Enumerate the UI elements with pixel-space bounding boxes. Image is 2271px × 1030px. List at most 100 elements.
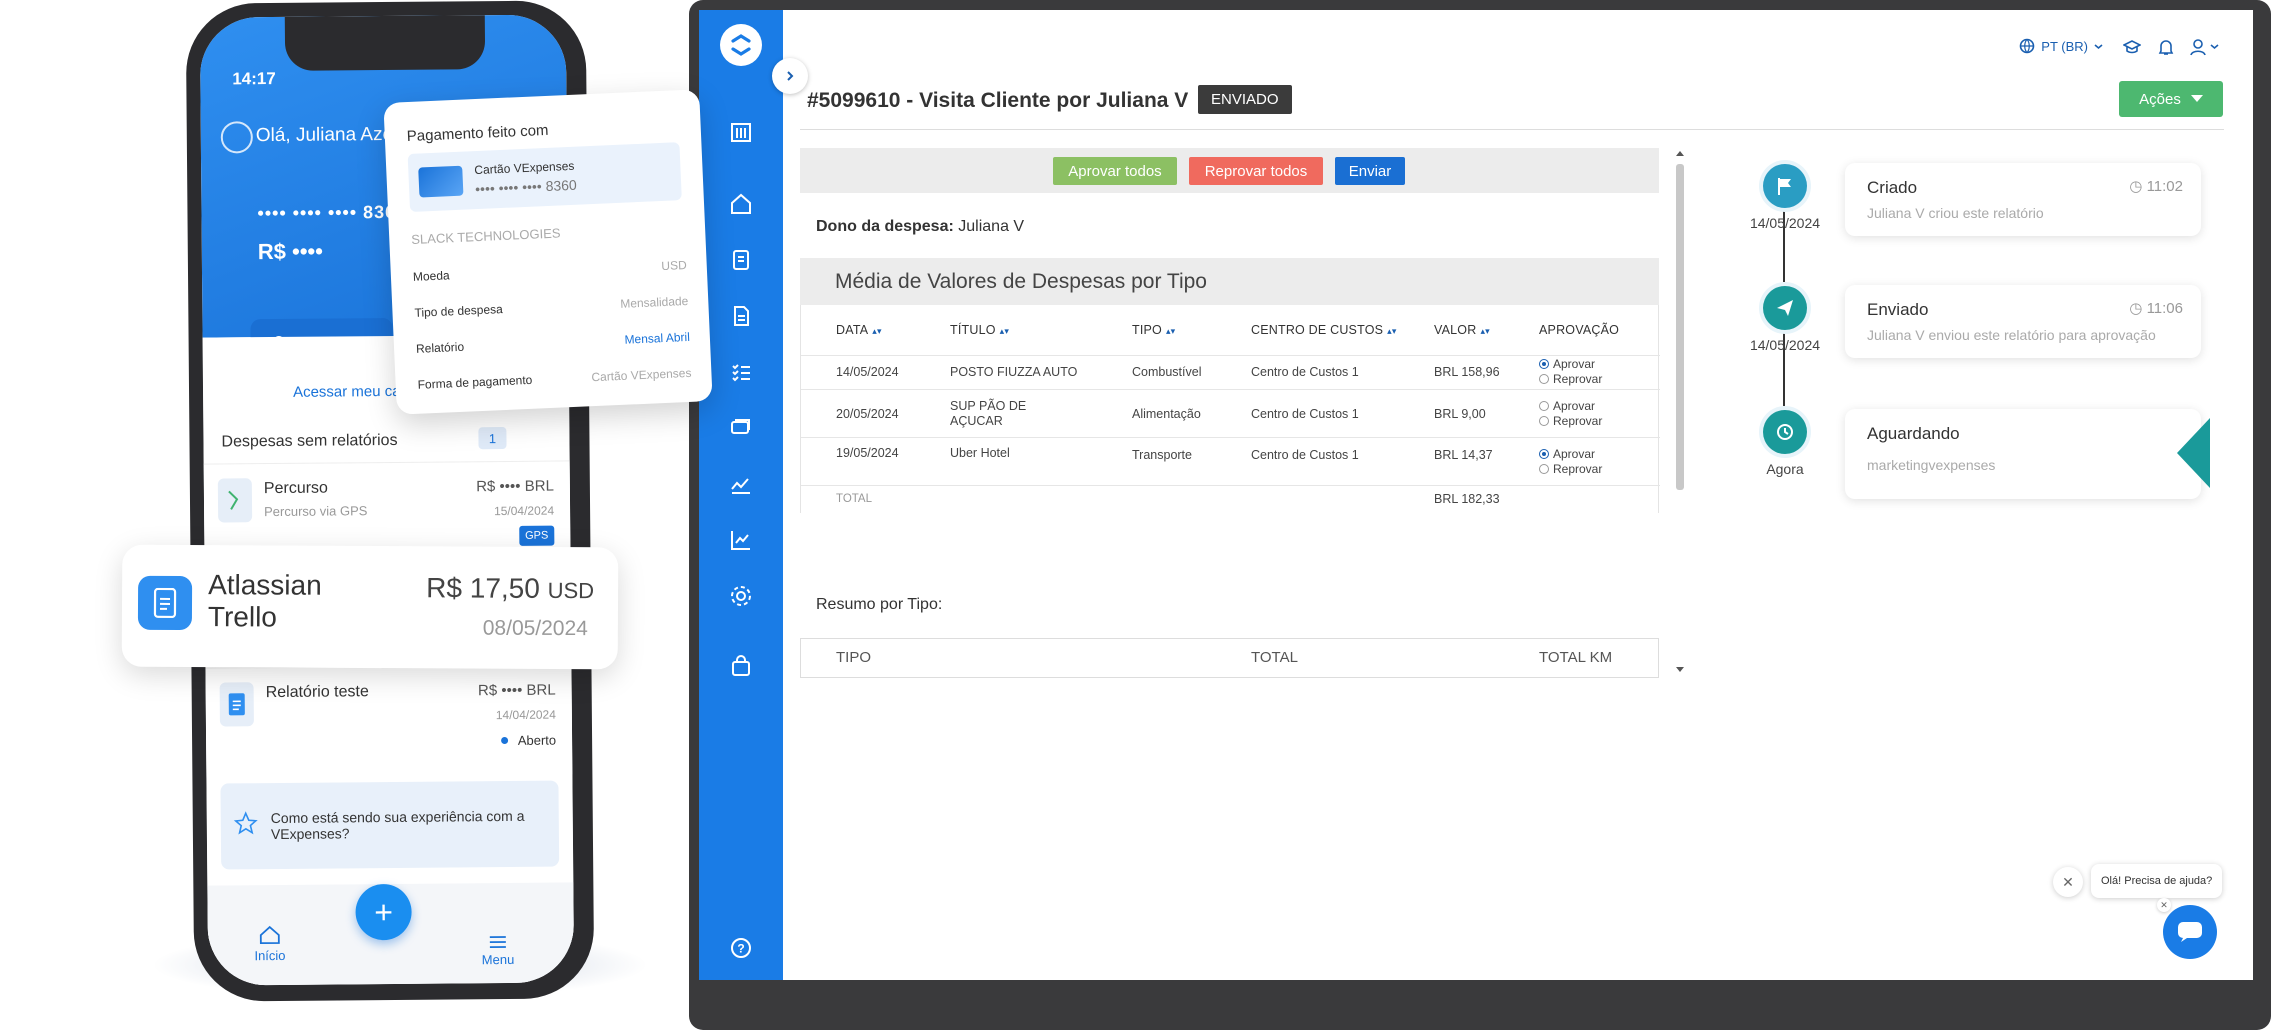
detail-row[interactable]: Tipo de despesa Mensalidade (414, 294, 688, 320)
detail-row[interactable]: Relatório Mensal Abril (416, 330, 690, 356)
phone-notch (284, 15, 486, 71)
approve-all-button[interactable]: Aprovar todos (1053, 157, 1177, 185)
reject-radio[interactable]: Reprovar (1539, 414, 1602, 429)
card-number: •••• •••• •••• 8360 (257, 201, 408, 224)
user-menu-icon[interactable] (2187, 36, 2223, 58)
status-time: 14:17 (232, 68, 276, 89)
cell-cost-center: Centro de Custos 1 (1251, 365, 1359, 379)
timeline-card: Criado Juliana V criou este relatório ◷ … (1845, 163, 2201, 236)
gps-tag: GPS (518, 525, 555, 546)
report-panel: Aprovar todos Reprovar todos Enviar Dono… (800, 148, 1660, 678)
credit-card: Cartão VExpenses •••• •••• •••• 8360 (407, 142, 682, 212)
cell-type: Combustível (1132, 365, 1202, 379)
actions-label: Ações (2139, 90, 2181, 108)
cell-type: Transporte (1132, 448, 1192, 462)
actions-button[interactable]: Ações (2119, 81, 2223, 117)
svg-text:?: ? (737, 942, 744, 956)
access-card-link[interactable]: Acessar meu car (293, 383, 406, 401)
cell-title[interactable]: SUP PÃO DE AÇUCAR (950, 399, 1030, 429)
section-count-badge: 1 (478, 426, 507, 450)
section-title: Média de Valores de Despesas por Tipo (800, 258, 1659, 305)
column-header-type[interactable]: TIPO ▴▾ (1132, 323, 1175, 339)
item-subtitle: Percurso via GPS (264, 503, 368, 520)
home-icon (259, 925, 280, 945)
expand-sidebar-button[interactable] (772, 58, 808, 94)
cell-title[interactable]: POSTO FIUZZA AUTO (950, 365, 1077, 380)
expense-date: 08/05/2024 (482, 616, 588, 641)
approve-radio[interactable]: Aprovar (1539, 357, 1602, 372)
flag-icon (1763, 164, 1807, 208)
timeline-card: Aguardando marketingvexpenses (1845, 409, 2201, 499)
add-expense-button[interactable]: + (355, 883, 412, 941)
star-icon (233, 810, 259, 839)
reject-all-button[interactable]: Reprovar todos (1189, 157, 1323, 185)
timeline-time: ◷ 11:02 (2129, 178, 2183, 195)
column-header-title[interactable]: TÍTULO ▴▾ (950, 323, 1009, 339)
report-icon[interactable] (721, 296, 761, 336)
avatar[interactable] (220, 121, 253, 154)
send-button[interactable]: Enviar (1335, 157, 1405, 185)
sort-icon: ▴▾ (999, 326, 1010, 336)
help-icon[interactable]: ? (721, 928, 761, 968)
language-selector[interactable]: PT (BR) (2019, 38, 2103, 54)
item-value: R$ •••• BRL (476, 477, 554, 496)
sort-icon: ▴▾ (1480, 326, 1490, 336)
item-name: Percurso (263, 479, 328, 498)
item-name: Relatório teste (265, 683, 369, 702)
timeline-time: ◷ 11:06 (2129, 300, 2183, 317)
analytics-icon[interactable] (721, 464, 761, 504)
expense-table: DATA ▴▾ TÍTULO ▴▾ TIPO ▴▾ CENTRO DE CUSTOS ▴… (800, 305, 1660, 513)
feedback-banner[interactable]: Como está sendo sua experiência com a VE… (220, 780, 560, 870)
expense-amount: R$ 17,50 USD (426, 572, 595, 604)
gear-icon[interactable] (721, 576, 761, 616)
approval-radio-group: Aprovar Reprovar (1539, 399, 1602, 429)
home-icon[interactable] (721, 184, 761, 224)
summary-header-total: TOTAL (1251, 649, 1298, 666)
cell-value: BRL 9,00 (1434, 407, 1486, 421)
phone-tabbar: + Início Menu (207, 882, 575, 986)
merchant-name: SLACK TECHNOLOGIES (410, 225, 561, 247)
graduation-cap-icon[interactable] (2121, 36, 2143, 58)
column-header-date[interactable]: DATA ▴▾ (836, 323, 882, 339)
section-label: Despesas sem relatórios (221, 431, 398, 451)
detail-row[interactable]: Forma de pagamento Cartão VExpenses (417, 366, 691, 392)
page-title: #5099610 - Visita Cliente por Juliana V (807, 89, 1189, 112)
header-divider (800, 129, 2224, 130)
cell-date: 20/05/2024 (836, 407, 899, 421)
column-header-value[interactable]: VALOR ▴▾ (1434, 323, 1490, 339)
panel-scrollbar[interactable] (1673, 150, 1687, 675)
cell-title[interactable]: Uber Hotel (950, 446, 1010, 461)
detail-row[interactable]: Moeda USD (413, 258, 687, 284)
status-badge: ENVIADO (1198, 85, 1292, 114)
building-icon[interactable] (721, 112, 761, 152)
chat-dismiss-icon[interactable]: ✕ (2157, 898, 2171, 912)
bell-icon[interactable] (2155, 36, 2177, 58)
item-date: 14/04/2024 (495, 707, 556, 723)
checklist-icon[interactable] (721, 352, 761, 392)
chat-greeting[interactable]: Olá! Precisa de ajuda? (2091, 864, 2223, 898)
reject-radio[interactable]: Reprovar (1539, 462, 1602, 477)
expense-card[interactable]: Atlassian Trello R$ 17,50 USD 08/05/2024 (121, 544, 619, 670)
chat-close-button[interactable]: ✕ (2053, 867, 2083, 897)
column-header-cost-center[interactable]: CENTRO DE CUSTOS ▴▾ (1251, 323, 1397, 339)
row-divider (801, 437, 1660, 438)
payment-detail-card: Pagamento feito com Cartão VExpenses •••… (383, 89, 713, 415)
approve-radio[interactable]: Aprovar (1539, 447, 1602, 462)
cell-date: 19/05/2024 (836, 446, 899, 460)
receipt-icon[interactable] (721, 240, 761, 280)
chat-icon (2178, 922, 2202, 942)
cell-type: Alimentação (1132, 407, 1201, 421)
cards-icon[interactable] (721, 408, 761, 448)
tab-home[interactable]: Início (240, 925, 300, 964)
feedback-text: Como está sendo sua experiência com a VE… (270, 807, 525, 843)
approve-radio[interactable]: Aprovar (1539, 399, 1602, 414)
list-item[interactable]: Relatório teste R$ •••• BRL 14/04/2024 A… (205, 664, 573, 778)
timeline-title: Aguardando (1867, 424, 1960, 443)
vexpenses-logo[interactable] (720, 24, 762, 66)
document-icon (137, 575, 193, 631)
tab-menu[interactable]: Menu (468, 935, 528, 968)
reject-radio[interactable]: Reprovar (1539, 372, 1602, 387)
store-bag-icon[interactable] (721, 646, 761, 686)
chat-button[interactable] (2163, 905, 2217, 959)
chart-icon[interactable] (721, 520, 761, 560)
